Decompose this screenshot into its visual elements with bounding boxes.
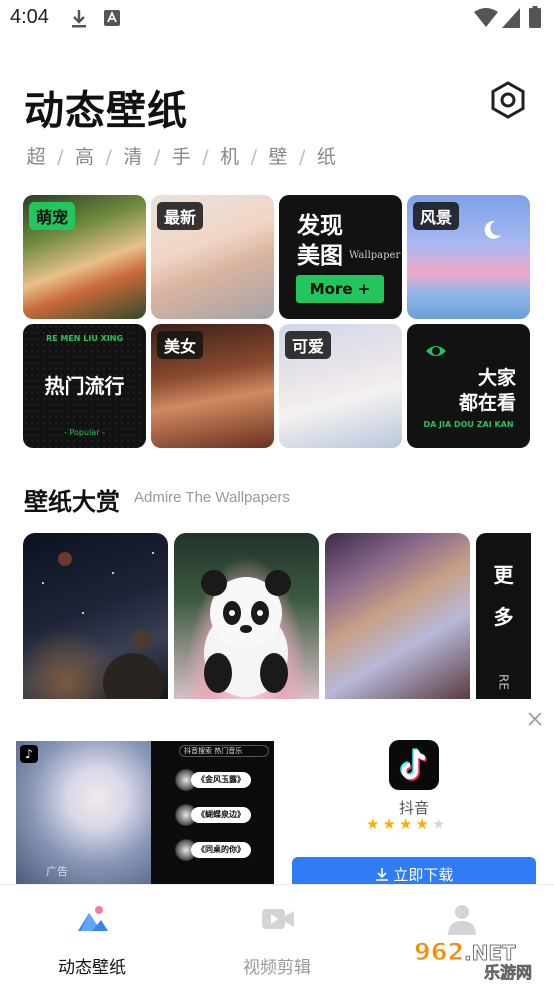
status-time: 4:04 xyxy=(10,6,49,28)
rating-stars: ★★★★★ xyxy=(366,815,448,833)
panda-artwork xyxy=(201,570,291,697)
subtitle-char: 壁 xyxy=(268,146,288,168)
star-icon: ★ xyxy=(398,815,416,833)
tab-label: 动态壁纸 xyxy=(58,958,126,978)
category-scenery[interactable]: 风景 xyxy=(407,195,530,319)
tiktok-small-icon: ♪ xyxy=(20,745,38,763)
subtitle-sep: / xyxy=(105,146,112,168)
watermark-text: 962 xyxy=(414,938,464,966)
subtitle-sep: / xyxy=(298,146,306,168)
trending-en: DA JIA DOU ZAI KAN xyxy=(423,420,514,429)
ad-banner-image[interactable]: ♪ 广告 抖音搜索 热门音乐 《金风玉露》 《蝴蝶泉边》 《同桌的你》 xyxy=(16,741,274,884)
more-line2: 多 xyxy=(493,605,514,629)
subtitle-char: 手 xyxy=(171,146,191,168)
subtitle-char: 机 xyxy=(220,146,240,168)
wallpaper-card[interactable] xyxy=(174,533,319,699)
tab-video-edit[interactable]: 视频剪辑 xyxy=(207,885,347,984)
settings-icon[interactable] xyxy=(488,80,528,120)
download-icon xyxy=(72,10,86,28)
ad-artwork xyxy=(16,741,151,884)
notification-icon xyxy=(104,10,120,26)
subtitle-char: 高 xyxy=(74,146,94,168)
mountain-image-icon xyxy=(78,906,108,931)
tab-label: 视频剪辑 xyxy=(243,958,311,978)
discover-title: 发现 美图 xyxy=(297,211,343,271)
section-title: 壁纸大赏 xyxy=(24,488,120,516)
page-subtitle: 超 / 高 / 清 / 手 / 机 / 壁 / 纸 xyxy=(24,142,338,169)
discover-en: Wallpaper xyxy=(349,250,401,261)
ad-search-text: 抖音搜索 xyxy=(184,747,212,755)
ad-song: 《蝴蝶泉边》 xyxy=(191,807,251,823)
profile-icon[interactable] xyxy=(444,901,480,937)
star-icon: ★ xyxy=(382,815,399,833)
hot-title: 热门流行 xyxy=(44,374,125,398)
ad-song: 《同桌的你》 xyxy=(191,842,251,858)
category-lovely[interactable]: 可爱 xyxy=(279,324,402,448)
category-discover[interactable]: 发现 美图 Wallpaper More + xyxy=(279,195,402,319)
tab-live-wallpaper[interactable]: 动态壁纸 xyxy=(22,885,162,984)
watermark-text: .NET xyxy=(464,941,516,965)
more-line1: 更 xyxy=(493,563,514,587)
trending-line2: 都在看 xyxy=(458,392,516,414)
wallpaper-card[interactable] xyxy=(325,533,470,699)
watermark-text: 乐游网 xyxy=(484,963,532,980)
subtitle-sep: / xyxy=(57,146,64,168)
ad-search-bar: 抖音搜索 热门音乐 xyxy=(179,745,269,757)
planet-artwork xyxy=(42,552,163,699)
more-button[interactable]: More + xyxy=(296,275,384,303)
category-cute-tag: 萌宠 xyxy=(29,202,76,230)
ad-promo-panel: 抖音搜索 热门音乐 《金风玉露》 《蝴蝶泉边》 《同桌的你》 xyxy=(151,741,274,884)
more-en: RE xyxy=(496,674,511,690)
category-beauty[interactable]: 美女 xyxy=(151,324,274,448)
ad-search-hot: 热门音乐 xyxy=(214,747,243,755)
subtitle-char: 纸 xyxy=(316,146,336,168)
video-camera-icon xyxy=(262,909,294,929)
tiktok-logo-icon xyxy=(400,747,427,781)
moon-icon xyxy=(484,220,501,239)
eye-icon xyxy=(426,346,446,356)
category-beauty-tag: 美女 xyxy=(157,331,204,359)
subtitle-sep: / xyxy=(153,146,161,168)
category-newest[interactable]: 最新 xyxy=(151,195,274,319)
close-icon[interactable] xyxy=(527,711,543,727)
category-lovely-tag: 可爱 xyxy=(285,331,332,359)
download-label: 立即下载 xyxy=(393,866,454,884)
category-newest-tag: 最新 xyxy=(157,202,204,230)
discover-line2: 美图 xyxy=(297,243,343,269)
subtitle-char: 清 xyxy=(123,146,143,168)
subtitle-sep: / xyxy=(250,146,257,168)
download-button[interactable]: 立即下载 xyxy=(292,857,536,887)
discover-line1: 发现 xyxy=(297,213,343,239)
subtitle-char: 超 xyxy=(26,146,46,168)
battery-icon xyxy=(529,6,541,28)
trending-title: 大家 都在看 xyxy=(459,366,516,416)
download-arrow-icon xyxy=(375,868,388,881)
subtitle-sep: / xyxy=(202,146,209,168)
hot-popular: - Popular - xyxy=(64,428,105,437)
site-watermark-logo: 962 .NET 乐游网 xyxy=(414,938,532,981)
page-title: 动态壁纸 xyxy=(24,88,188,134)
section-subtitle: Admire The Wallpapers xyxy=(134,489,290,506)
tiktok-app-icon[interactable] xyxy=(389,740,439,790)
more-wallpapers-button[interactable]: 更 多 RE xyxy=(476,533,531,699)
hot-en: RE MEN LIU XING xyxy=(45,334,124,343)
star-icon: ★ xyxy=(431,815,449,833)
status-bar: 4:04 xyxy=(0,0,554,40)
category-hot[interactable]: RE MEN LIU XING 热门流行 - Popular - xyxy=(23,324,146,448)
trending-line1: 大家 xyxy=(477,367,516,389)
ad-song: 《金风玉露》 xyxy=(191,772,251,788)
signal-icon xyxy=(502,8,520,28)
category-scenery-tag: 风景 xyxy=(413,202,460,230)
star-icon: ★ xyxy=(366,815,383,833)
wallpaper-card[interactable] xyxy=(23,533,168,699)
ad-label: 广告 xyxy=(46,865,68,878)
wifi-icon xyxy=(474,8,498,27)
star-icon: ★ xyxy=(415,815,432,833)
category-cute[interactable]: 萌宠 xyxy=(23,195,146,319)
category-trending[interactable]: 大家 都在看 DA JIA DOU ZAI KAN xyxy=(407,324,530,448)
